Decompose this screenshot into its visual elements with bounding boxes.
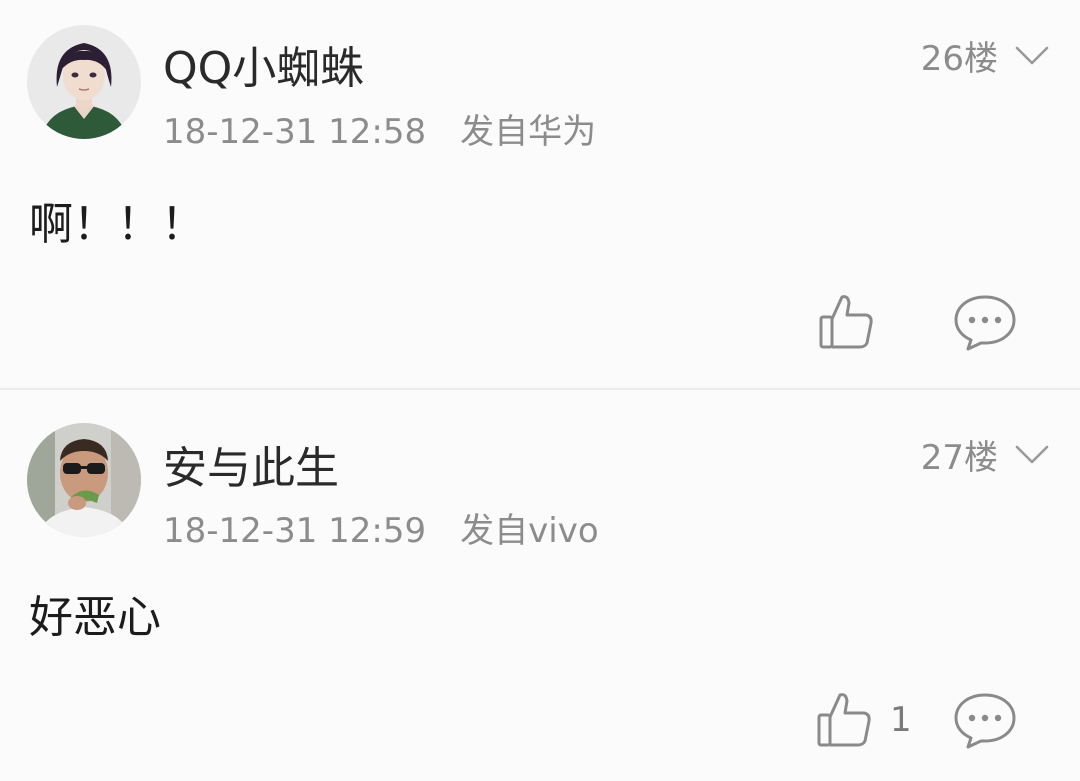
device-source: 发自华为: [460, 112, 597, 152]
thumbs-up-icon: [818, 293, 874, 351]
comment-text: 好恶心: [29, 592, 161, 643]
chevron-down-icon[interactable]: [1014, 45, 1050, 67]
floor-number: 27楼: [920, 438, 998, 478]
floor-indicator: 26楼: [921, 31, 1050, 80]
comment-text: 啊！！！: [29, 199, 205, 250]
speech-bubble-icon: [954, 295, 1016, 351]
comment-item: 安与此生 18-12-31 12:59 发自vivo 27楼 好恶心 1: [0, 390, 1080, 778]
avatar[interactable]: [27, 25, 141, 139]
device-source: 发自vivo: [460, 511, 599, 551]
floor-indicator: 27楼: [921, 430, 1050, 479]
comment-actions: 1: [816, 691, 1018, 749]
timestamp: 18-12-31 12:59: [163, 511, 427, 551]
speech-bubble-icon: [954, 693, 1016, 749]
username[interactable]: QQ小蜘蛛: [163, 32, 364, 96]
comment-meta: 18-12-31 12:58 发自华为: [163, 104, 596, 153]
chevron-down-icon[interactable]: [1014, 444, 1050, 466]
comment-item: QQ小蜘蛛 18-12-31 12:58 发自华为 26楼 啊！！！: [0, 0, 1080, 388]
timestamp: 18-12-31 12:58: [163, 112, 427, 152]
avatar[interactable]: [27, 423, 141, 537]
reply-button[interactable]: [952, 293, 1018, 351]
reply-button[interactable]: [952, 691, 1018, 749]
username[interactable]: 安与此生: [163, 432, 339, 496]
comment-meta: 18-12-31 12:59 发自vivo: [163, 503, 599, 552]
like-button[interactable]: [818, 293, 874, 351]
thumbs-up-icon: [816, 691, 872, 749]
like-count: 1: [890, 700, 912, 740]
floor-number: 26楼: [920, 39, 998, 79]
comment-actions: [818, 293, 1018, 351]
like-button[interactable]: 1: [816, 691, 912, 749]
